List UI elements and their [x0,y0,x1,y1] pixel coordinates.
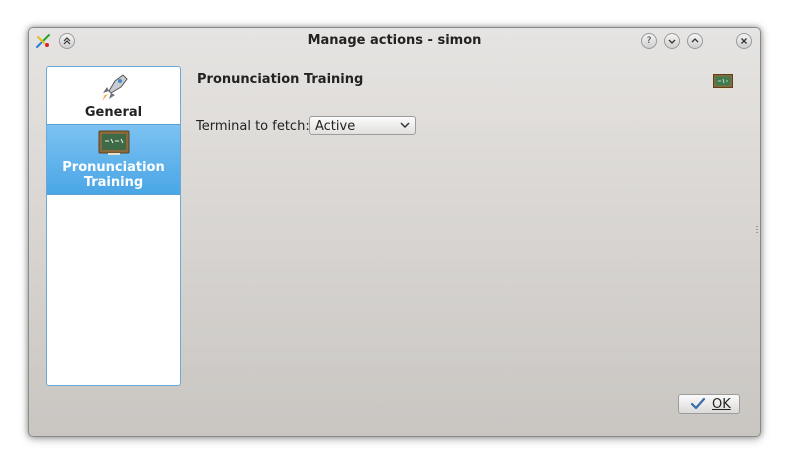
ok-button-label: OK [712,397,731,412]
rocket-icon [100,74,128,101]
terminal-select[interactable]: Active [309,116,416,135]
ok-button[interactable]: OK [678,394,740,414]
title-bar[interactable]: Manage actions - simon ? [29,28,760,54]
sidebar-item-general[interactable]: General [47,69,180,123]
terminal-to-fetch-label: Terminal to fetch: [196,119,310,134]
chevron-down-icon [400,122,410,129]
sidebar-item-label: Pronunciation Training [62,160,165,190]
check-icon [691,398,705,410]
help-icon[interactable]: ? [641,33,657,49]
resize-grip[interactable] [756,226,758,234]
chalkboard-icon [98,130,129,155]
page-title: Pronunciation Training [197,72,364,87]
sidebar-item-pronunciation-training[interactable]: Pronunciation Training [47,124,180,195]
category-sidebar: General Pronunciation Training [46,66,181,386]
maximize-icon[interactable] [687,33,703,49]
minimize-icon[interactable] [664,33,680,49]
chalkboard-icon [713,74,733,90]
close-icon[interactable] [736,33,752,49]
sidebar-item-label: General [84,105,143,120]
terminal-select-value: Active [315,119,356,134]
manage-actions-window: Manage actions - simon ? General Pronunc… [28,27,761,437]
